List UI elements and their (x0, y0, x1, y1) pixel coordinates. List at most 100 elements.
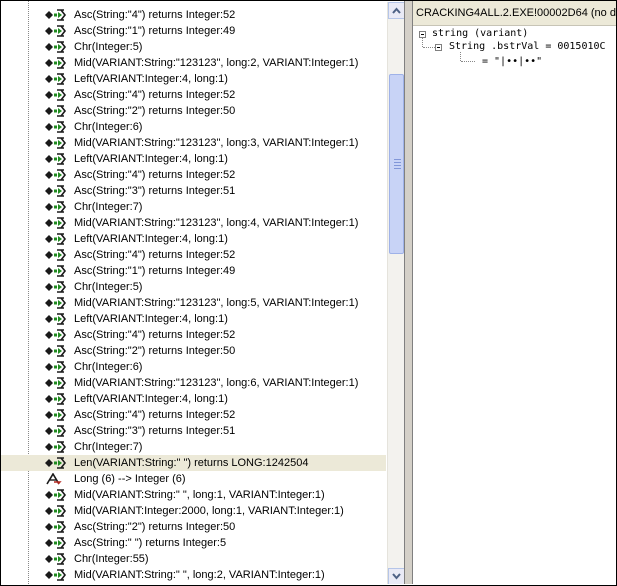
list-item[interactable]: Left(VARIANT:Integer:4, long:1) (1, 391, 386, 407)
list-item[interactable]: Mid(VARIANT:String:" ", long:1, VARIANT:… (1, 487, 386, 503)
call-icon (45, 249, 67, 261)
scroll-up-button[interactable] (388, 2, 404, 19)
list-item-label: Mid(VARIANT:Integer:2000, long:1, VARIAN… (74, 505, 344, 517)
list-item-label: Asc(String:"2") returns Integer:50 (74, 105, 236, 117)
call-icon (45, 9, 67, 21)
list-item[interactable]: Mid(VARIANT:String:"123123", long:3, VAR… (1, 135, 386, 151)
list-item[interactable]: Mid(VARIANT:String:" ", long:2, VARIANT:… (1, 567, 386, 583)
list-item-label: Left(VARIANT:Integer:4, long:1) (74, 153, 228, 165)
list-item[interactable]: Mid(VARIANT:String:"123123", long:2, VAR… (1, 55, 386, 71)
list-item[interactable]: Asc(String:"2") returns Integer:50 (1, 103, 386, 119)
call-icon (45, 329, 67, 341)
inspector-header: CRACKING4ALL.2.EXE!00002D64 (no de (413, 1, 616, 26)
list-item[interactable]: Asc(String:"2") returns Integer:50 (1, 343, 386, 359)
tree-node-value[interactable]: = "|••|••" (482, 55, 542, 68)
list-item[interactable]: Chr(Integer:55) (1, 551, 386, 567)
list-item-label: Long (6) --> Integer (6) (74, 473, 186, 485)
list-item-label: Left(VARIANT:Integer:4, long:1) (74, 73, 228, 85)
tree-node-root[interactable]: string (variant) (432, 27, 528, 40)
list-item-label: Len(VARIANT:String:" ") returns LONG:124… (74, 457, 309, 469)
list-item-label: Mid(VARIANT:String:"123123", long:3, VAR… (74, 137, 359, 149)
call-icon (45, 233, 67, 245)
list-item-label: Chr(Integer:5) (74, 281, 143, 293)
call-icon (45, 89, 67, 101)
thumb-grip (394, 162, 401, 163)
list-item[interactable]: Asc(String:"4") returns Integer:52 (1, 167, 386, 183)
list-item-label: Asc(String:"3") returns Integer:51 (74, 185, 236, 197)
list-item[interactable]: Left(VARIANT:Integer:4, long:1) (1, 71, 386, 87)
list-item-label: Asc(String:"1") returns Integer:49 (74, 265, 236, 277)
call-icon (45, 345, 67, 357)
list-item[interactable]: Asc(String:"1") returns Integer:49 (1, 23, 386, 39)
collapse-child-toggle[interactable] (435, 44, 442, 51)
list-item[interactable]: Left(VARIANT:Integer:4, long:1) (1, 311, 386, 327)
scroll-down-button[interactable] (388, 568, 404, 584)
list-item[interactable]: Asc(String:" ") returns Integer:5 (1, 535, 386, 551)
list-item[interactable]: Asc(String:"1") returns Integer:49 (1, 263, 386, 279)
call-icon (45, 489, 67, 501)
call-icon (45, 41, 67, 53)
list-item-label: Mid(VARIANT:String:"123123", long:6, VAR… (74, 377, 359, 389)
vertical-scrollbar[interactable] (387, 2, 404, 584)
list-item-label: Left(VARIANT:Integer:4, long:1) (74, 233, 228, 245)
list-item-label: Mid(VARIANT:String:"123123", long:2, VAR… (74, 57, 359, 69)
list-item-label: Chr(Integer:6) (74, 361, 143, 373)
call-icon (45, 441, 67, 453)
list-item[interactable]: Chr(Integer:5) (1, 39, 386, 55)
collapse-root-toggle[interactable] (419, 31, 426, 38)
list-item[interactable]: Asc(String:"4") returns Integer:52 (1, 87, 386, 103)
call-icon (45, 105, 67, 117)
call-icon (45, 457, 67, 469)
scroll-up-arrow-icon (392, 7, 401, 14)
list-item[interactable]: Asc(String:"2") returns Integer:50 (1, 519, 386, 535)
list-item-label: Left(VARIANT:Integer:4, long:1) (74, 313, 228, 325)
list-item-label: Asc(String:"4") returns Integer:52 (74, 89, 236, 101)
call-icon (45, 393, 67, 405)
list-item-label: Asc(String:"1") returns Integer:49 (74, 25, 236, 37)
call-icon (45, 153, 67, 165)
scroll-down-arrow-icon (392, 573, 401, 580)
list-item[interactable]: Asc(String:"4") returns Integer:52 (1, 247, 386, 263)
list-item[interactable]: Mid(VARIANT:String:"123123", long:5, VAR… (1, 295, 386, 311)
list-item[interactable]: Long (6) --> Integer (6) (1, 471, 386, 487)
call-icon (45, 281, 67, 293)
list-item[interactable]: Asc(String:"3") returns Integer:51 (1, 183, 386, 199)
list-item[interactable]: Mid(VARIANT:String:"123123", long:6, VAR… (1, 375, 386, 391)
list-item[interactable]: Left(VARIANT:Integer:4, long:1) (1, 151, 386, 167)
list-item[interactable]: Mid(VARIANT:Integer:2000, long:1, VARIAN… (1, 503, 386, 519)
list-item[interactable]: Chr(Integer:5) (1, 279, 386, 295)
list-item[interactable]: Chr(Integer:6) (1, 359, 386, 375)
api-call-list[interactable]: Asc(String:"4") returns Integer:52 Asc(St… (1, 7, 386, 583)
list-item[interactable]: Mid(VARIANT:String:"123123", long:4, VAR… (1, 215, 386, 231)
conversion-icon (45, 472, 67, 485)
tree-connector (423, 47, 435, 48)
call-icon (45, 57, 67, 69)
scroll-thumb[interactable] (389, 74, 404, 254)
variable-inspector-pane[interactable]: CRACKING4ALL.2.EXE!00002D64 (no de strin… (413, 1, 616, 584)
list-item-label: Asc(String:"3") returns Integer:51 (74, 425, 236, 437)
list-item[interactable]: Asc(String:"4") returns Integer:52 (1, 7, 386, 23)
thumb-grip (394, 168, 401, 169)
call-icon (45, 265, 67, 277)
tree-connector (422, 38, 423, 47)
tree-connector (460, 52, 461, 61)
list-item[interactable]: Asc(String:"3") returns Integer:51 (1, 423, 386, 439)
list-item[interactable]: Asc(String:"4") returns Integer:52 (1, 407, 386, 423)
list-item-label: Asc(String:"4") returns Integer:52 (74, 9, 236, 21)
list-item-selected[interactable]: Len(VARIANT:String:" ") returns LONG:124… (1, 455, 386, 471)
list-item[interactable]: Asc(String:"4") returns Integer:52 (1, 327, 386, 343)
list-item[interactable]: Chr(Integer:6) (1, 119, 386, 135)
call-icon (45, 121, 67, 133)
list-item-label: Chr(Integer:6) (74, 121, 143, 133)
list-item[interactable]: Left(VARIANT:Integer:4, long:1) (1, 231, 386, 247)
call-icon (45, 25, 67, 37)
pane-splitter[interactable] (404, 1, 413, 584)
call-icon (45, 313, 67, 325)
list-item[interactable]: Chr(Integer:7) (1, 439, 386, 455)
thumb-grip (394, 165, 401, 166)
list-item[interactable]: Chr(Integer:7) (1, 199, 386, 215)
api-call-list-pane[interactable]: Asc(String:"4") returns Integer:52 Asc(St… (1, 1, 404, 584)
list-item-label: Asc(String:"2") returns Integer:50 (74, 521, 236, 533)
list-item-label: Asc(String:"4") returns Integer:52 (74, 329, 236, 341)
tree-node-child[interactable]: String .bstrVal = 0015010C (449, 40, 606, 53)
